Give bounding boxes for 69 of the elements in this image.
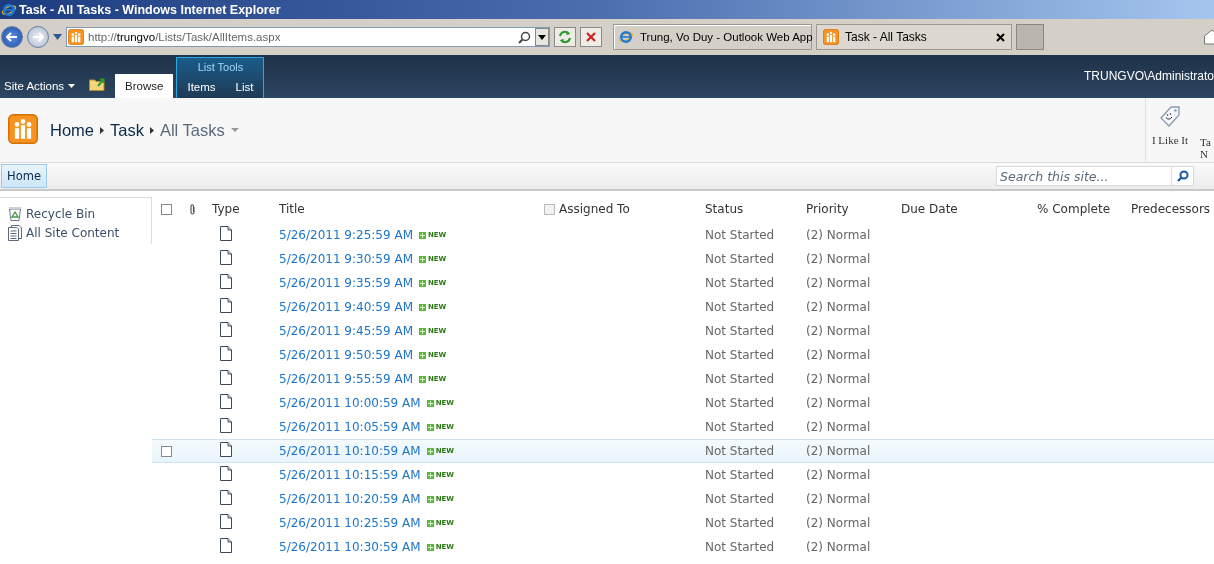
breadcrumb-link[interactable]: Task xyxy=(110,120,144,140)
table-cell-text: (2) Normal xyxy=(806,492,872,506)
browser-tab[interactable]: Trung, Vo Duy - Outlook Web App xyxy=(613,24,812,50)
table-cell-text: Not Started xyxy=(705,372,776,386)
column-header[interactable]: Predecessors xyxy=(1131,202,1214,216)
table-cell-text: Not Started xyxy=(705,348,776,362)
table-cell-text: Not Started xyxy=(705,468,776,482)
table-cell-text: (2) Normal xyxy=(806,324,872,338)
table-cell-text: Not Started xyxy=(705,324,776,338)
breadcrumb-link[interactable]: All Tasks xyxy=(159,120,225,140)
table-cell-text: (2) Normal xyxy=(806,468,872,482)
column-header[interactable]: Type xyxy=(212,202,279,216)
column-header[interactable]: Title xyxy=(279,202,544,216)
nav-tab[interactable]: Home xyxy=(1,164,47,188)
table-cell-text: (2) Normal xyxy=(806,276,872,290)
table-cell-text: (2) Normal xyxy=(806,444,872,458)
window-title: Task - All Tasks - Windows Internet Explorer xyxy=(19,2,281,17)
site-actions-menu[interactable]: Site Actions xyxy=(0,80,82,98)
item-title-link[interactable]: 5/26/2011 10:20:59 AM xyxy=(279,492,421,506)
table-cell-text: (2) Normal xyxy=(806,540,872,554)
browser-tab[interactable]: Task - All Tasks xyxy=(816,24,1012,50)
item-title-link[interactable]: 5/26/2011 9:30:59 AM xyxy=(279,252,413,266)
ribbon-tab[interactable]: List xyxy=(225,76,264,98)
item-title-link[interactable]: 5/26/2011 9:50:59 AM xyxy=(279,348,413,362)
breadcrumb-link[interactable]: Home xyxy=(50,120,94,140)
quick-launch-link[interactable]: Recycle Bin xyxy=(8,206,151,221)
item-title-link[interactable]: 5/26/2011 9:25:59 AM xyxy=(279,228,413,242)
item-title-link[interactable]: 5/26/2011 9:45:59 AM xyxy=(279,324,413,338)
column-header[interactable]: Due Date xyxy=(901,202,1037,216)
item-title-link[interactable]: 5/26/2011 9:40:59 AM xyxy=(279,300,413,314)
ribbon-tab[interactable]: Browse xyxy=(115,74,174,98)
table-cell-text: (2) Normal xyxy=(806,372,872,386)
i-like-it-button[interactable]: I Like It xyxy=(1145,98,1194,162)
table-cell-text: Not Started xyxy=(705,540,776,554)
column-header[interactable]: Status xyxy=(705,202,806,216)
item-title-link[interactable]: 5/26/2011 10:00:59 AM xyxy=(279,396,421,410)
column-header[interactable]: % Complete xyxy=(1037,202,1131,216)
item-title-link[interactable]: 5/26/2011 10:30:59 AM xyxy=(279,540,421,554)
table-cell-text: (2) Normal xyxy=(806,252,872,266)
table-cell-text: Not Started xyxy=(705,300,776,314)
table-cell-text: Not Started xyxy=(705,228,776,242)
table-cell-text: Not Started xyxy=(705,492,776,506)
table-cell-text: (2) Normal xyxy=(806,420,872,434)
search-field[interactable]: Search this site... xyxy=(996,166,1194,186)
item-title-link[interactable]: 5/26/2011 9:35:59 AM xyxy=(279,276,413,290)
table-cell-text: Not Started xyxy=(705,516,776,530)
quick-launch-link[interactable]: All Site Content xyxy=(8,225,151,241)
table-cell-text: (2) Normal xyxy=(806,348,872,362)
item-title-link[interactable]: 5/26/2011 10:15:59 AM xyxy=(279,468,421,482)
table-cell-text: (2) Normal xyxy=(806,228,872,242)
table-cell-text: (2) Normal xyxy=(806,396,872,410)
table-cell-text: Not Started xyxy=(705,276,776,290)
table-cell-text: (2) Normal xyxy=(806,300,872,314)
table-cell-text: Not Started xyxy=(705,420,776,434)
user-menu[interactable]: TRUNGVO\Administrato xyxy=(1083,69,1214,83)
table-cell-text: Not Started xyxy=(705,252,776,266)
table-cell-text: Not Started xyxy=(705,396,776,410)
item-title-link[interactable]: 5/26/2011 10:25:59 AM xyxy=(279,516,421,530)
ribbon-tab[interactable]: Items xyxy=(177,76,226,98)
table-cell-text: (2) Normal xyxy=(806,516,872,530)
ribbon-group-label: List Tools xyxy=(196,60,245,75)
tags-button[interactable]: Ta N xyxy=(1194,136,1214,162)
item-title-link[interactable]: 5/26/2011 10:10:59 AM xyxy=(279,444,421,458)
table-cell-text: Not Started xyxy=(705,444,776,458)
item-title-link[interactable]: 5/26/2011 9:55:59 AM xyxy=(279,372,413,386)
column-header[interactable]: Assigned To xyxy=(559,202,630,216)
item-title-link[interactable]: 5/26/2011 10:05:59 AM xyxy=(279,420,421,434)
address-field[interactable]: http://trungvo/Lists/Task/AllItems.aspx xyxy=(66,27,550,47)
column-header[interactable]: Priority xyxy=(806,202,901,216)
